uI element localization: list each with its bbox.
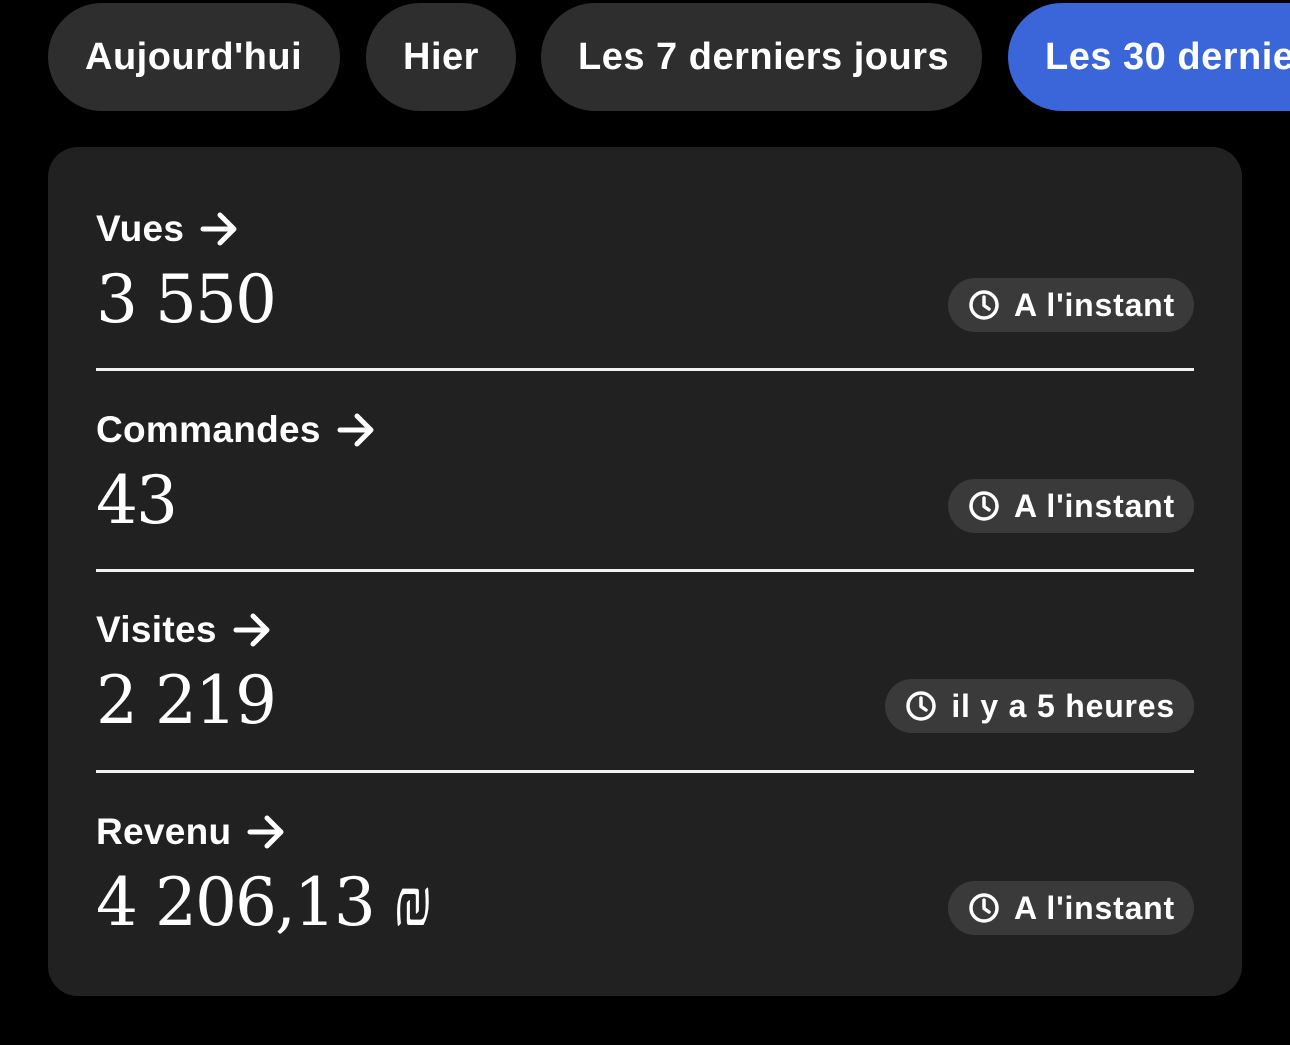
metric-label: Revenu [96, 811, 232, 852]
metric-link-orders[interactable]: Commandes [96, 408, 377, 452]
metric-value: 4 206,13 ₪ [96, 864, 433, 941]
updated-text: A l'instant [1013, 487, 1175, 524]
metric-link-revenue[interactable]: Revenu [96, 810, 287, 854]
date-range-tabs: Aujourd'hui Hier Les 7 derniers jours Le… [48, 3, 1290, 111]
arrow-right-icon [337, 413, 374, 447]
metric-row-orders[interactable]: Commandes 43 A l'instant [96, 348, 1194, 550]
updated-badge: il y a 5 heures [885, 679, 1194, 733]
metric-label: Visites [96, 609, 217, 650]
metric-link-views[interactable]: Vues [96, 207, 240, 251]
arrow-right-icon [233, 613, 270, 647]
updated-badge: A l'instant [947, 278, 1194, 332]
metric-value: 3 550 [96, 261, 277, 338]
updated-text: il y a 5 heures [951, 687, 1175, 724]
tab-last-7-days[interactable]: Les 7 derniers jours [541, 3, 982, 111]
arrow-right-icon [247, 815, 284, 849]
updated-text: A l'instant [1013, 286, 1175, 323]
metric-link-visits[interactable]: Visites [96, 608, 273, 652]
metric-label: Commandes [96, 409, 321, 450]
metric-row-revenue[interactable]: Revenu 4 206,13 ₪ A l'instant [96, 750, 1194, 952]
clock-icon [906, 691, 937, 721]
updated-badge: A l'instant [947, 881, 1194, 935]
tab-yesterday[interactable]: Hier [366, 3, 516, 111]
tab-today[interactable]: Aujourd'hui [48, 3, 340, 111]
updated-badge: A l'instant [947, 479, 1194, 533]
clock-icon [969, 491, 999, 521]
metric-row-views[interactable]: Vues 3 550 A l'instant [96, 147, 1194, 349]
stats-card: Vues 3 550 A l'instant Commandes 43 A l'… [48, 147, 1242, 996]
updated-text: A l'instant [1013, 889, 1175, 926]
clock-icon [969, 893, 999, 923]
clock-icon [969, 290, 999, 320]
arrow-right-icon [200, 212, 237, 246]
metric-value: 43 [96, 462, 178, 539]
metric-label: Vues [96, 208, 185, 249]
tab-last-30-days[interactable]: Les 30 derniers jours [1008, 3, 1290, 111]
metric-row-visits[interactable]: Visites 2 219 il y a 5 heures [96, 548, 1194, 750]
metric-value: 2 219 [96, 662, 277, 739]
